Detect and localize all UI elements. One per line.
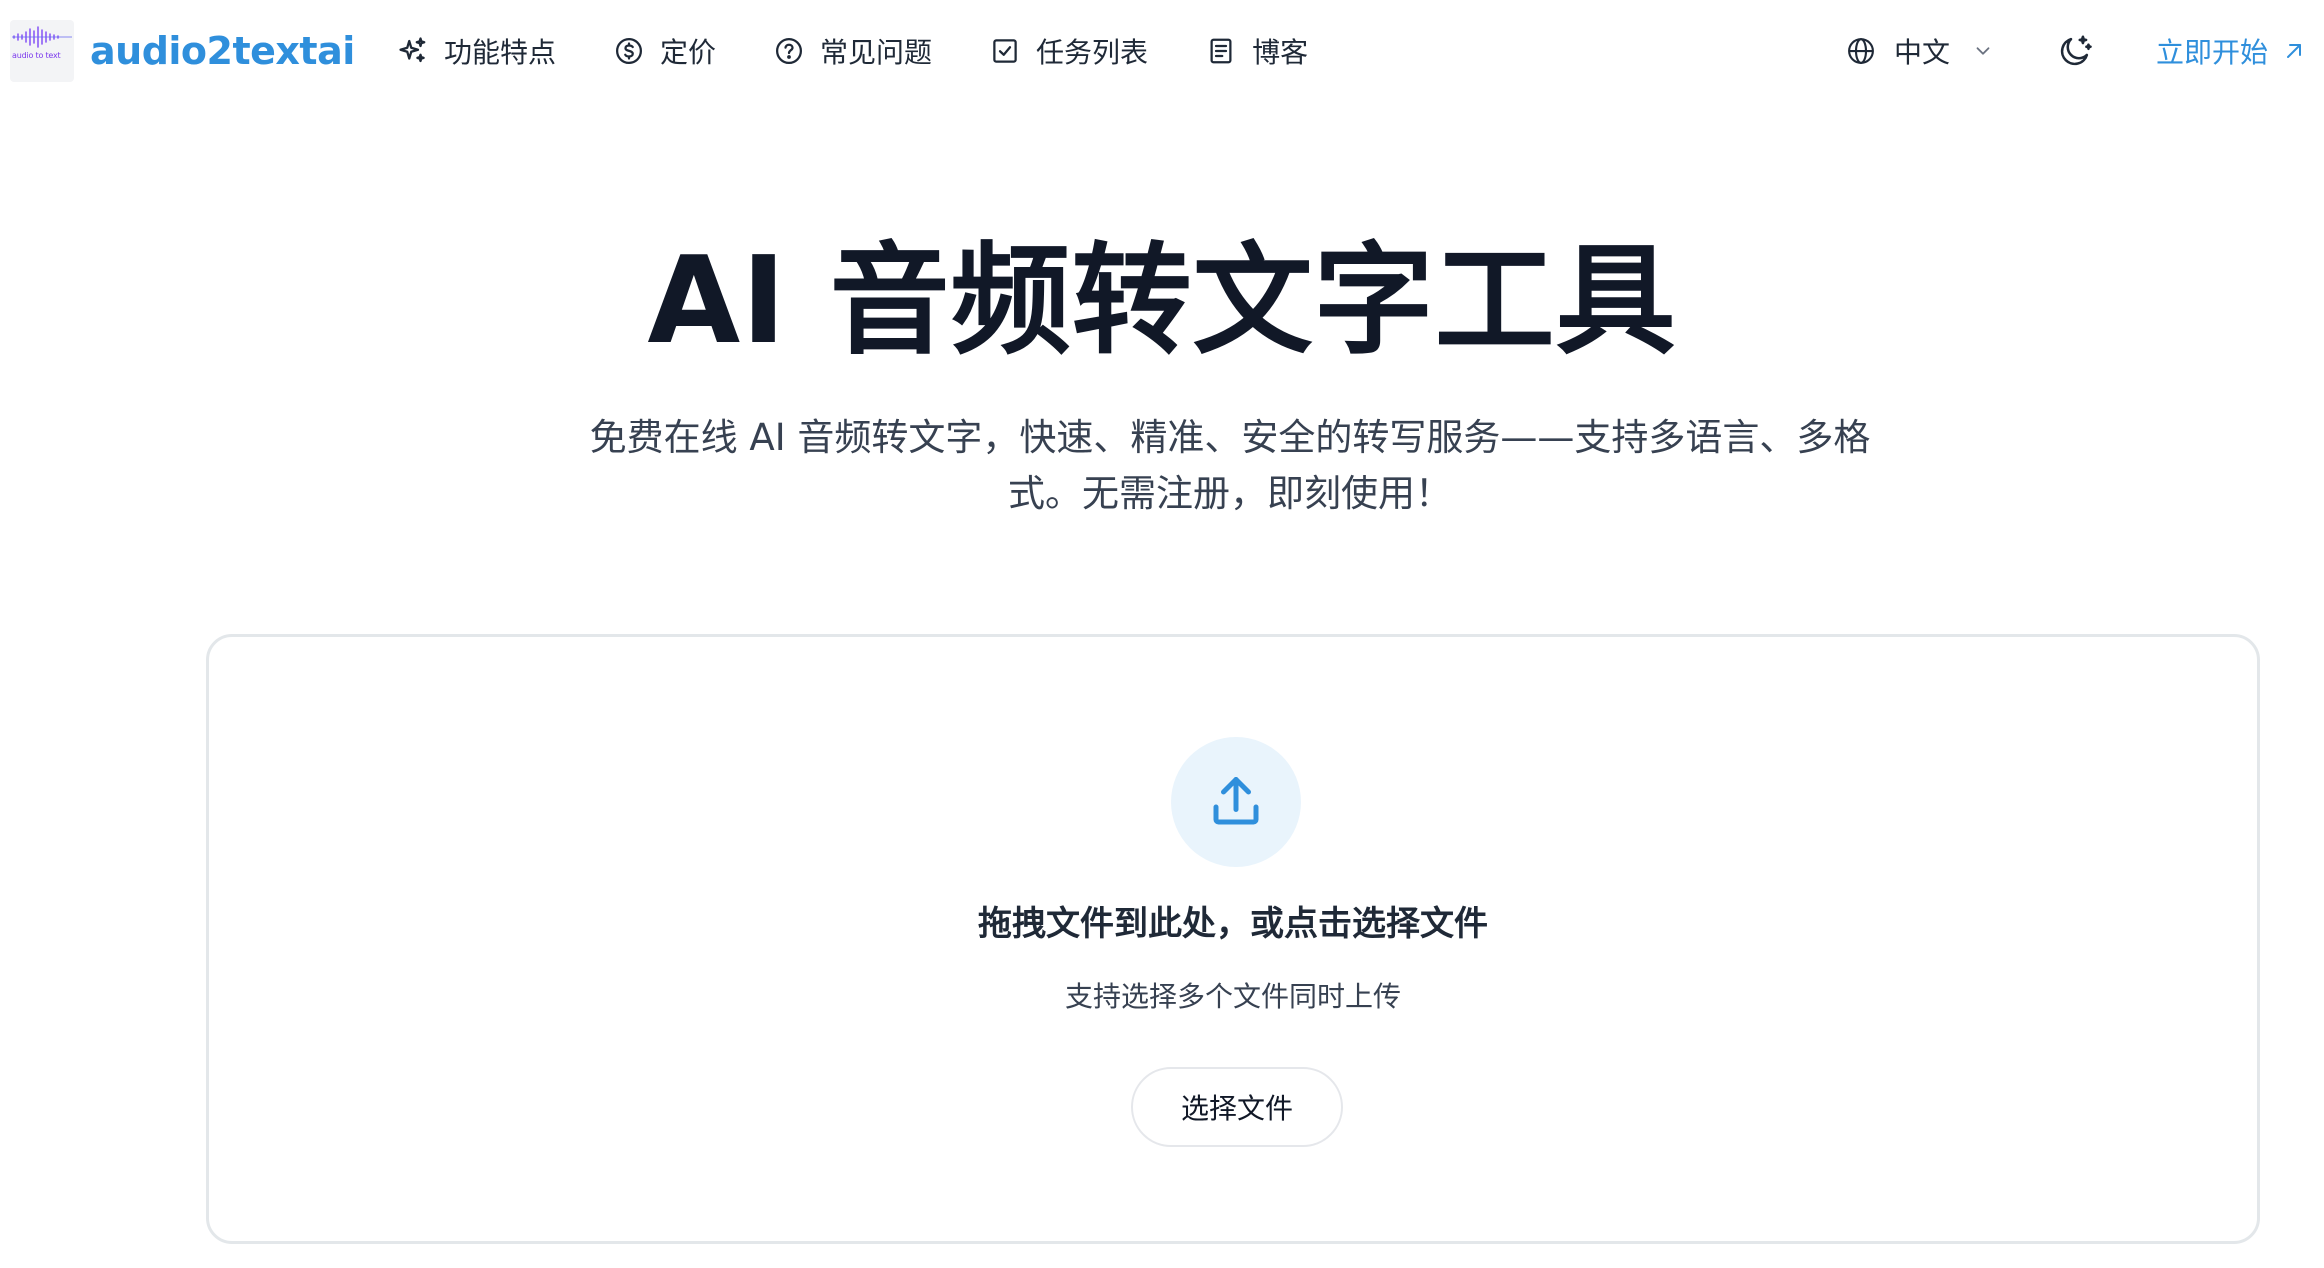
- nav-tasks-label: 任务列表: [1036, 36, 1149, 69]
- arrow-up-right-icon: [2287, 44, 2302, 58]
- nav-faq-label: 常见问题: [820, 36, 933, 69]
- document-icon: [1210, 38, 1232, 64]
- page-title: AI 音频转文字工具: [647, 232, 1677, 371]
- dollar-circle-icon: [616, 38, 643, 64]
- waveform-icon: [12, 26, 72, 48]
- sparkles-icon: [399, 37, 426, 63]
- main-nav: 功能特点 定价 常见问题 任务列表 博客: [398, 28, 1366, 74]
- theme-toggle-button[interactable]: [2052, 28, 2098, 74]
- brand-name: audio2textai: [90, 29, 355, 73]
- moon-stars-icon: [2060, 35, 2092, 66]
- get-started-link[interactable]: 立即开始: [2156, 28, 2306, 74]
- page-subtitle: 免费在线 AI 音频转文字，快速、精准、安全的转写服务——支持多语言、多格式。无…: [589, 416, 1871, 515]
- logo-image: audio to text: [10, 20, 74, 82]
- choose-file-button[interactable]: 选择文件: [1131, 1067, 1343, 1147]
- question-circle-icon: [776, 38, 803, 64]
- nav-pricing[interactable]: 定价: [614, 28, 716, 74]
- nav-tasks[interactable]: 任务列表: [990, 28, 1148, 74]
- top-navbar: audio to text audio2textai 功能特点 定价 常见问题 …: [0, 0, 2324, 100]
- language-selector[interactable]: 中文: [1846, 28, 1994, 74]
- checkbox-icon: [993, 39, 1017, 63]
- dropzone-hint: 支持选择多个文件同时上传: [1064, 980, 1401, 1013]
- language-label: 中文: [1894, 36, 1951, 69]
- file-dropzone[interactable]: 拖拽文件到此处，或点击选择文件 支持选择多个文件同时上传 选择文件: [206, 634, 2260, 1244]
- nav-faq[interactable]: 常见问题: [774, 28, 932, 74]
- nav-blog-label: 博客: [1252, 36, 1309, 69]
- nav-features-label: 功能特点: [444, 36, 557, 69]
- brand-logo-link[interactable]: audio to text audio2textai: [10, 20, 355, 82]
- globe-icon: [1848, 38, 1874, 64]
- get-started-label: 立即开始: [2156, 36, 2269, 69]
- chevron-down-icon: [1976, 47, 1990, 55]
- nav-features[interactable]: 功能特点: [398, 28, 556, 74]
- upload-icon-badge: [1171, 737, 1301, 867]
- logo-caption: audio to text: [12, 51, 61, 60]
- nav-blog[interactable]: 博客: [1206, 28, 1308, 74]
- dropzone-title: 拖拽文件到此处，或点击选择文件: [978, 904, 1488, 944]
- nav-pricing-label: 定价: [660, 36, 717, 69]
- upload-icon: [1213, 777, 1259, 825]
